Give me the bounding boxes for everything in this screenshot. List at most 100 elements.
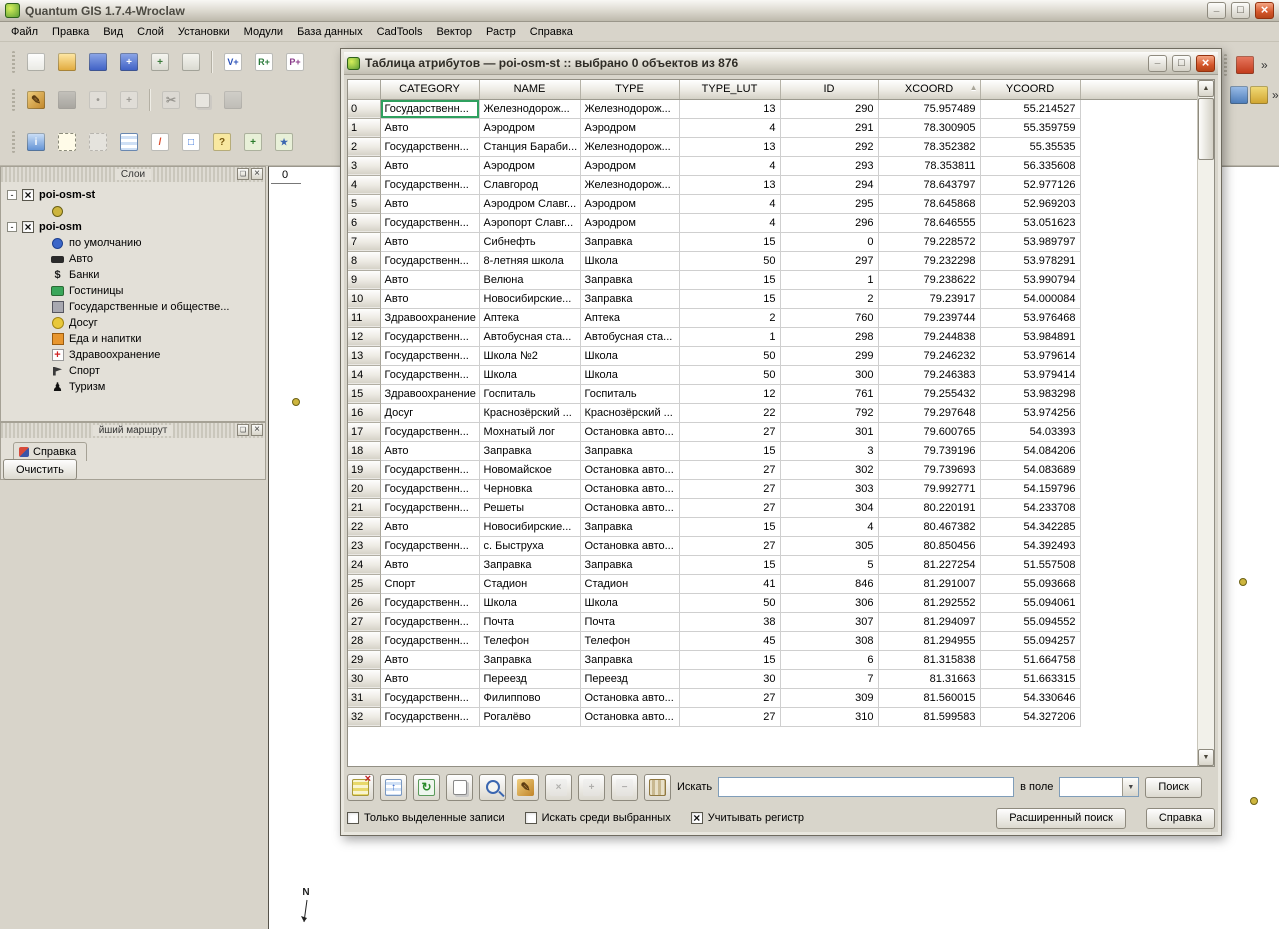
cell[interactable]: 81.227254 xyxy=(878,555,980,574)
cell[interactable]: Государственн... xyxy=(380,213,479,232)
add-vector-layer-button[interactable] xyxy=(219,48,247,76)
cell[interactable]: 38 xyxy=(679,612,780,631)
advanced-search-button[interactable]: Расширенный поиск xyxy=(996,808,1126,829)
cell[interactable]: Государственн... xyxy=(380,99,479,118)
cell[interactable]: Остановка авто... xyxy=(580,498,679,517)
cell[interactable]: 303 xyxy=(780,479,878,498)
cell[interactable]: Остановка авто... xyxy=(580,460,679,479)
cell[interactable]: 15 xyxy=(679,441,780,460)
cell[interactable]: Школа xyxy=(580,593,679,612)
cell[interactable]: Авто xyxy=(380,194,479,213)
cell[interactable]: Государственн... xyxy=(380,536,479,555)
cell[interactable]: 302 xyxy=(780,460,878,479)
menu-layer[interactable]: Слой xyxy=(130,24,171,40)
cell[interactable]: 308 xyxy=(780,631,878,650)
legend-item[interactable]: Туризм xyxy=(1,379,265,395)
cell[interactable]: 4 xyxy=(679,213,780,232)
cell[interactable]: Станция Бараби... xyxy=(479,137,580,156)
search-button[interactable]: Поиск xyxy=(1145,777,1201,798)
panel-float-icon[interactable] xyxy=(237,424,249,436)
column-header-id[interactable]: ID xyxy=(780,80,878,99)
cell[interactable]: 79.297648 xyxy=(878,403,980,422)
cell[interactable]: 79.246232 xyxy=(878,346,980,365)
dialog-minimize-button[interactable] xyxy=(1148,55,1167,72)
row-header[interactable]: 13 xyxy=(348,346,380,365)
cell[interactable]: Остановка авто... xyxy=(580,536,679,555)
cell[interactable]: Телефон xyxy=(580,631,679,650)
cell[interactable]: 50 xyxy=(679,365,780,384)
layer-poi-osm[interactable]: poi-osm xyxy=(1,219,265,235)
menu-view[interactable]: Вид xyxy=(96,24,130,40)
cell[interactable]: Государственн... xyxy=(380,612,479,631)
cell[interactable]: 13 xyxy=(679,175,780,194)
cell[interactable]: 4 xyxy=(679,118,780,137)
row-header[interactable]: 11 xyxy=(348,308,380,327)
cell[interactable]: 54.083689 xyxy=(980,460,1080,479)
cell[interactable]: Авто xyxy=(380,517,479,536)
cell[interactable]: Заправка xyxy=(479,555,580,574)
cell[interactable]: 54.330646 xyxy=(980,688,1080,707)
new-print-composer-button[interactable] xyxy=(146,48,174,76)
legend-item[interactable]: Досуг xyxy=(1,315,265,331)
column-header-type_lut[interactable]: TYPE_LUT xyxy=(679,80,780,99)
maximize-button[interactable] xyxy=(1231,2,1250,19)
cell[interactable]: Авто xyxy=(380,650,479,669)
column-header-xcoord[interactable]: XCOORD xyxy=(878,80,980,99)
cell[interactable]: 81.31663 xyxy=(878,669,980,688)
cell[interactable]: Славгород xyxy=(479,175,580,194)
cell[interactable]: 293 xyxy=(780,156,878,175)
row-header[interactable]: 1 xyxy=(348,118,380,137)
cell[interactable]: 53.979614 xyxy=(980,346,1080,365)
main-titlebar[interactable]: Quantum GIS 1.7.4-Wroclaw xyxy=(0,0,1279,22)
cell[interactable]: 53.989797 xyxy=(980,232,1080,251)
cell[interactable]: Здравоохранение xyxy=(380,384,479,403)
cell[interactable]: 27 xyxy=(679,460,780,479)
cell[interactable]: 4 xyxy=(679,194,780,213)
cell[interactable]: 290 xyxy=(780,99,878,118)
cell[interactable]: Авто xyxy=(380,118,479,137)
dialog-close-button[interactable] xyxy=(1196,55,1215,72)
cell[interactable]: 78.646555 xyxy=(878,213,980,232)
cell[interactable]: Аэродром xyxy=(479,156,580,175)
cell[interactable]: Остановка авто... xyxy=(580,422,679,441)
cell[interactable]: Аэродром xyxy=(580,156,679,175)
menu-vector[interactable]: Вектор xyxy=(429,24,479,40)
cell[interactable]: 81.599583 xyxy=(878,707,980,726)
cell[interactable]: 1 xyxy=(780,270,878,289)
row-header[interactable]: 18 xyxy=(348,441,380,460)
cell[interactable]: 291 xyxy=(780,118,878,137)
cell[interactable]: 54.03393 xyxy=(980,422,1080,441)
panel-close-icon[interactable] xyxy=(251,168,263,180)
layer-checkbox[interactable] xyxy=(22,221,34,233)
cell[interactable]: 13 xyxy=(679,99,780,118)
zoom-to-selection-button[interactable] xyxy=(479,774,506,801)
cell[interactable]: Заправка xyxy=(479,441,580,460)
open-attribute-table-button[interactable] xyxy=(115,128,143,156)
cell[interactable]: Заправка xyxy=(580,289,679,308)
panel-float-icon[interactable] xyxy=(237,168,249,180)
cell[interactable]: Сибнефть xyxy=(479,232,580,251)
row-header[interactable]: 16 xyxy=(348,403,380,422)
cell[interactable]: Новосибирские... xyxy=(479,517,580,536)
cell[interactable]: 81.291007 xyxy=(878,574,980,593)
cell[interactable]: 304 xyxy=(780,498,878,517)
scroll-up-icon[interactable] xyxy=(1198,80,1214,97)
cell[interactable]: Школа xyxy=(580,365,679,384)
cell[interactable]: 307 xyxy=(780,612,878,631)
panel-close-icon[interactable] xyxy=(251,424,263,436)
cell[interactable]: Переезд xyxy=(479,669,580,688)
row-header[interactable]: 7 xyxy=(348,232,380,251)
cell[interactable]: 79.228572 xyxy=(878,232,980,251)
cell[interactable]: Государственн... xyxy=(380,593,479,612)
cell[interactable]: 79.246383 xyxy=(878,365,980,384)
cell[interactable]: 50 xyxy=(679,593,780,612)
cell[interactable]: Краснозёрский ... xyxy=(580,403,679,422)
close-button[interactable] xyxy=(1255,2,1274,19)
row-header[interactable]: 27 xyxy=(348,612,380,631)
cell[interactable]: 50 xyxy=(679,346,780,365)
cell[interactable]: Заправка xyxy=(580,650,679,669)
legend-item[interactable]: Спорт xyxy=(1,363,265,379)
menu-help[interactable]: Справка xyxy=(523,24,580,40)
cell[interactable]: Краснозёрский ... xyxy=(479,403,580,422)
row-header[interactable]: 26 xyxy=(348,593,380,612)
